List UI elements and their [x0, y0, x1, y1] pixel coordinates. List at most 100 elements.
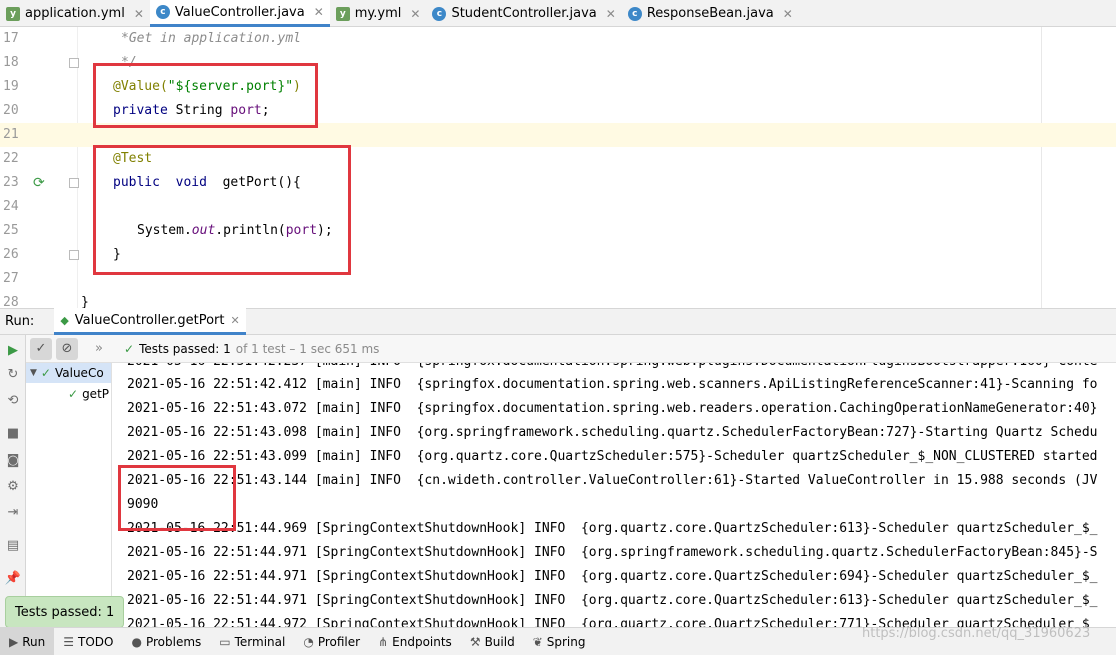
tool-label: Build [484, 634, 515, 649]
tab-studentcontroller-java[interactable]: c StudentController.java ✕ [426, 0, 621, 27]
tool-spring[interactable]: ❦ Spring [524, 628, 595, 655]
toast-text: Tests passed: 1 [15, 604, 115, 620]
tool-label: Terminal [234, 634, 286, 649]
chevron-down-icon[interactable]: ▼ [30, 363, 37, 383]
rerun-failed-icon[interactable]: ↻ [5, 366, 21, 382]
check-icon: ✓ [68, 387, 79, 401]
tool-label: Profiler [317, 634, 361, 649]
code-comment: *Get in application.yml [121, 31, 302, 46]
highlight-box [93, 145, 351, 275]
list-icon: ☰ [63, 634, 75, 649]
code-text: } [81, 295, 89, 308]
terminal-icon: ▭ [219, 634, 231, 649]
run-label: Run: [5, 314, 35, 329]
profiler-icon: ◔ [303, 634, 314, 649]
yaml-file-icon: y [6, 6, 20, 21]
run-config-tab[interactable]: ◆ ValueController.getPort ✕ [54, 308, 246, 335]
line-number: 19 [3, 79, 19, 94]
tool-endpoints[interactable]: ⋔ Endpoints [369, 628, 461, 655]
stop-icon[interactable]: ■ [5, 425, 21, 441]
console-line: 2021-05-16 22:51:44.969 [SpringContextSh… [127, 521, 1098, 536]
run-tool-window-header: Run: ◆ ValueController.getPort ✕ [0, 308, 1116, 335]
tab-my-yml[interactable]: y my.yml ✕ [330, 0, 427, 27]
spring-leaf-icon: ❦ [532, 634, 543, 649]
console-line: 2021-05-16 22:51:43.099 [main] INFO {org… [127, 449, 1098, 464]
java-class-icon: c [627, 6, 642, 21]
highlight-box [93, 63, 318, 128]
tree-item-label: ValueCo [54, 366, 104, 380]
line-number: 25 [3, 223, 19, 238]
show-passed-icon[interactable]: ✓ [30, 337, 52, 360]
line-number: 20 [3, 103, 19, 118]
test-tree: ▼ ✓ ValueCo ✓ getP [26, 363, 112, 627]
tool-label: Problems [145, 634, 202, 649]
status-passed-text: Tests passed: 1 [139, 341, 231, 356]
test-config-icon: ◆ [60, 313, 69, 327]
fold-marker-icon[interactable] [69, 250, 79, 260]
console-line: 2021-05-16 22:51:43.098 [main] INFO {org… [127, 425, 1098, 440]
camera-icon[interactable]: ◙ [5, 452, 21, 468]
tool-label: TODO [78, 634, 114, 649]
line-number: 21 [3, 127, 19, 142]
run-config-label: ValueController.getPort [74, 312, 225, 328]
problems-icon: ● [131, 634, 142, 649]
code-line: 17 *Get in application.yml [0, 27, 1116, 51]
tree-item-test-method[interactable]: ✓ getP [68, 384, 109, 404]
layout-icon[interactable]: ▤ [5, 537, 21, 553]
tool-problems[interactable]: ● Problems [122, 628, 210, 655]
tool-run[interactable]: ▶ Run [0, 627, 55, 655]
code-editor[interactable]: 17 *Get in application.yml 18 */ 19 @Val… [0, 27, 1116, 308]
tool-todo[interactable]: ☰ TODO [54, 628, 122, 655]
tool-terminal[interactable]: ▭ Terminal [210, 628, 294, 655]
java-class-icon: c [155, 5, 170, 19]
tool-label: Spring [546, 634, 586, 649]
run-action-bar: ▶ ↻ ⟲ ■ ◙ ⚙ ⇥ ▤ 📌 [0, 335, 26, 627]
console-output[interactable]: 2021-05-16 22:51:42.237 [main] INFO {spr… [113, 363, 1116, 627]
show-ignored-icon[interactable]: ⊘ [56, 337, 78, 360]
exit-icon[interactable]: ⇥ [5, 504, 21, 520]
tab-label: my.yml [354, 6, 402, 21]
close-icon[interactable]: ✕ [410, 7, 420, 21]
line-number: 24 [3, 199, 19, 214]
rerun-icon[interactable]: ▶ [5, 342, 21, 358]
fold-marker-icon[interactable] [69, 58, 79, 68]
line-number: 27 [3, 271, 19, 286]
expand-more-icon[interactable]: » [88, 338, 110, 360]
tab-label: ValueController.java [174, 4, 305, 20]
fold-marker-icon[interactable] [69, 178, 79, 188]
test-toolbar: ✓ ⊘ » ✓ Tests passed: 1 of 1 test – 1 se… [26, 335, 1116, 363]
toggle-autotest-icon[interactable]: ⟲ [5, 392, 21, 408]
line-number: 17 [3, 31, 19, 46]
console-line: 2021-05-16 22:51:43.072 [main] INFO {spr… [127, 401, 1098, 416]
tab-label: ResponseBean.java [646, 6, 774, 21]
close-icon[interactable]: ✕ [606, 7, 616, 21]
console-line: 2021-05-16 22:51:44.971 [SpringContextSh… [127, 593, 1098, 608]
console-line: 2021-05-16 22:51:44.971 [SpringContextSh… [127, 569, 1098, 584]
endpoints-icon: ⋔ [378, 634, 389, 649]
tab-label: application.yml [25, 6, 125, 21]
tool-build[interactable]: ⚒ Build [461, 628, 524, 655]
tree-item-label: getP [82, 387, 110, 401]
tab-valuecontroller-java[interactable]: c ValueController.java ✕ [149, 0, 330, 27]
run-test-gutter-icon[interactable]: ⟳ [33, 175, 49, 191]
console-line: 2021-05-16 22:51:44.971 [SpringContextSh… [127, 545, 1098, 560]
line-number: 22 [3, 151, 19, 166]
close-icon[interactable]: ✕ [783, 7, 793, 21]
test-status: ✓ Tests passed: 1 of 1 test – 1 sec 651 … [124, 342, 379, 356]
highlight-box [118, 465, 236, 531]
line-number: 28 [3, 295, 19, 308]
close-icon[interactable]: ✕ [230, 314, 239, 327]
yaml-file-icon: y [335, 6, 350, 21]
settings-icon[interactable]: ⚙ [5, 478, 21, 494]
close-icon[interactable]: ✕ [314, 5, 324, 19]
tab-responsebean-java[interactable]: c ResponseBean.java ✕ [622, 0, 799, 27]
build-icon: ⚒ [469, 634, 481, 649]
tool-profiler[interactable]: ◔ Profiler [294, 628, 369, 655]
check-icon: ✓ [124, 341, 135, 356]
tree-item-test-class[interactable]: ▼ ✓ ValueCo [26, 363, 111, 383]
tests-passed-toast[interactable]: Tests passed: 1 [5, 596, 125, 628]
pin-icon[interactable]: 📌 [5, 570, 21, 586]
tab-application-yml[interactable]: y application.yml ✕ [0, 0, 150, 27]
close-icon[interactable]: ✕ [134, 7, 144, 21]
console-line: 2021-05-16 22:51:43.144 [main] INFO {cn.… [127, 473, 1098, 488]
